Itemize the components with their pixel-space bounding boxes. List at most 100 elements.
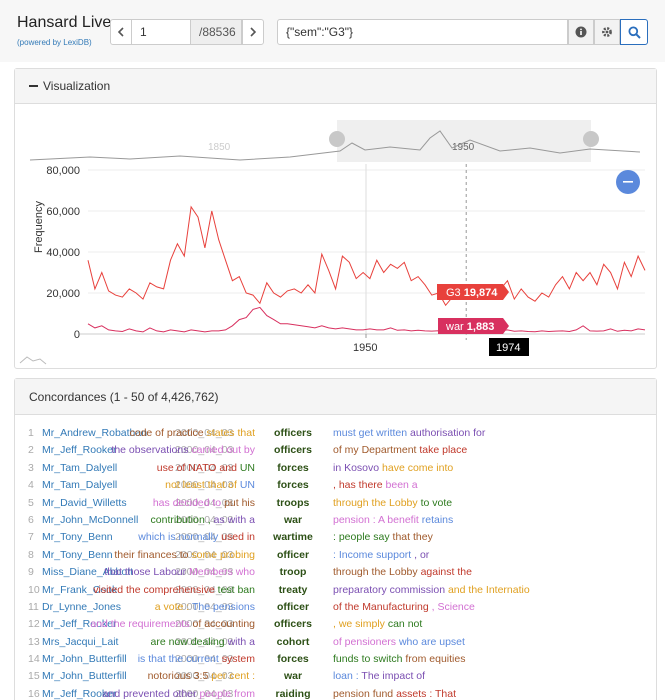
concordance-row[interactable]: 14 Mr_John_Butterfill 2000_04_03 is that th…: [15, 651, 656, 668]
y-tick-label: 40,000: [46, 247, 80, 259]
speaker-link[interactable]: Mr_David_Willetts: [42, 497, 127, 509]
context-word: loan :: [333, 670, 362, 683]
concordance-row[interactable]: 5 Mr_David_Willetts 2000_04_03 has decided …: [15, 495, 656, 512]
left-context: visited the comprehensive test ban: [93, 584, 255, 596]
concordance-row[interactable]: 2 Mr_Jeff_Rooker 2000_04_03 the observation…: [15, 442, 656, 459]
row-number: 16: [28, 687, 40, 700]
context-word: contribution ,: [150, 513, 214, 526]
left-context: not least that of UN: [165, 479, 255, 491]
concordance-row[interactable]: 9 Miss_Diane_Abbott 2000_04_03 that those L…: [15, 564, 656, 581]
context-word: and prevented other: [102, 687, 200, 700]
y-axis-label: Frequency: [33, 201, 45, 253]
keyword: troop: [279, 566, 307, 579]
right-context: pension fund assets : That: [333, 688, 456, 700]
keyword: forces: [277, 479, 309, 492]
left-context: a vote : The pensions: [155, 601, 255, 613]
keyword: wartime: [273, 531, 313, 544]
context-word: has decided to: [152, 496, 225, 509]
row-number: 11: [28, 600, 39, 613]
context-word: of accounting: [192, 618, 255, 631]
y-axis: 0 20,000 40,000 60,000 80,000: [46, 165, 645, 341]
minus-icon: [623, 181, 633, 183]
context-word: with a: [227, 635, 255, 648]
y-tick-label: 20,000: [46, 288, 80, 300]
keyword: officers: [274, 427, 312, 439]
context-word: funds to switch: [333, 653, 406, 666]
overview-left-handle[interactable]: [329, 131, 345, 147]
mini-chart-icon[interactable]: [19, 356, 47, 365]
left-context: notorious 3:5 per cent :: [148, 670, 255, 682]
concordance-row[interactable]: 1 Mr_Andrew_Robathan 2000_04_03 code of pra…: [15, 425, 656, 442]
context-word: : Income support: [333, 548, 415, 561]
right-context: : people say that they: [333, 531, 433, 543]
svg-text:G3 19,874: G3 19,874: [446, 287, 498, 299]
concordance-row[interactable]: 4 Mr_Tam_Dalyell 2000_04_03 not least that …: [15, 477, 656, 494]
context-word: are now dealing: [150, 635, 228, 648]
timeline-overview[interactable]: 1850 1950: [29, 120, 641, 162]
speaker-link[interactable]: Mr_John_McDonnell: [42, 514, 138, 526]
overview-selection[interactable]: [337, 120, 591, 162]
reset-zoom-button[interactable]: [616, 170, 640, 194]
speaker-link[interactable]: Mr_Jeff_Rooker: [42, 444, 117, 456]
context-word: through the Lobby: [333, 566, 421, 579]
concordance-row[interactable]: 8 Mr_Tony_Benn 2000_04_03 their finances to…: [15, 547, 656, 564]
row-number: 6: [28, 513, 34, 526]
row-number: 13: [28, 635, 40, 648]
concordance-list: 1 Mr_Andrew_Robathan 2000_04_03 code of pra…: [15, 425, 656, 700]
overview-right-handle[interactable]: [583, 131, 599, 147]
x-tick-label: 1950: [353, 342, 377, 354]
concordance-row[interactable]: 11 Dr_Lynne_Jones 2000_04_03 a vote : The p…: [15, 599, 656, 616]
speaker-link[interactable]: Mr_Tony_Benn: [42, 549, 113, 561]
context-word: notorious 3:5: [147, 670, 212, 683]
speaker-link[interactable]: Mr_John_Butterfill: [42, 670, 127, 682]
frequency-chart[interactable]: 1850 1950 Frequency 0 20,000 40,000 60,000 8…: [0, 0, 665, 376]
context-word: carried out by: [191, 444, 255, 457]
context-word: , Science: [431, 600, 475, 613]
speaker-link[interactable]: Dr_Lynne_Jones: [42, 601, 121, 613]
row-number: 1: [28, 427, 34, 439]
speaker-link[interactable]: Mrs_Jacqui_Lait: [42, 636, 118, 648]
concordance-row[interactable]: 13 Mrs_Jacqui_Lait 2000_04_03 are now deali…: [15, 634, 656, 651]
keyword: war: [283, 513, 303, 526]
row-number: 3: [28, 461, 34, 474]
context-word: who are upset: [398, 635, 465, 648]
left-context: which is normally used in: [138, 531, 255, 543]
speaker-link[interactable]: Mr_John_Butterfill: [42, 653, 127, 665]
context-word: Members who: [189, 566, 255, 579]
speaker-link[interactable]: Mr_Tam_Dalyell: [42, 462, 117, 474]
right-context: through the Lobby against the: [333, 566, 472, 578]
context-word: in Kosovo: [333, 461, 383, 474]
context-word: against the: [420, 566, 472, 579]
row-number: 15: [28, 670, 40, 683]
tooltip-war-name: war: [445, 321, 464, 333]
right-context: must get written authorisation for: [333, 427, 485, 439]
context-word: code of practice: [129, 427, 207, 439]
context-word: to vote: [420, 496, 453, 509]
context-word: not least that of: [165, 479, 240, 492]
concordance-row[interactable]: 10 Mr_Frank_Cook 2000_04_03 visited the com…: [15, 582, 656, 599]
right-context: preparatory commission and the Internati…: [333, 584, 530, 596]
context-word: is that the current: [137, 653, 222, 666]
left-context: and the requirements of accounting: [90, 618, 255, 630]
concordance-row[interactable]: 3 Mr_Tam_Dalyell 2000_04_03 use of NATO and…: [15, 460, 656, 477]
right-context: pension : A benefit retains: [333, 514, 453, 526]
keyword: forces: [277, 461, 309, 474]
overview-tick: 1850: [208, 142, 231, 153]
speaker-link[interactable]: Mr_Tam_Dalyell: [42, 479, 117, 491]
concordance-row[interactable]: 6 Mr_John_McDonnell 2000_04_03 contribution…: [15, 512, 656, 529]
row-number: 5: [28, 496, 34, 509]
concordance-row[interactable]: 7 Mr_Tony_Benn 2000_04_03 which is normally…: [15, 529, 656, 546]
svg-text:war 1,883: war 1,883: [445, 321, 494, 333]
right-context: in Kosovo have come into: [333, 462, 453, 474]
context-word: of pensioners: [333, 635, 399, 648]
context-word: pension : A benefit: [333, 513, 422, 526]
speaker-link[interactable]: Mr_Tony_Benn: [42, 531, 113, 543]
right-context: through the Lobby to vote: [333, 497, 452, 509]
concordance-row[interactable]: 16 Mr_Jeff_Rooker 2000_04_03 and prevented …: [15, 686, 656, 700]
concordance-row[interactable]: 12 Mr_Jeff_Rooker 2000_04_03 and the requir…: [15, 616, 656, 633]
concordances-header[interactable]: Concordances (1 - 50 of 4,426,762): [15, 379, 656, 415]
concordance-row[interactable]: 15 Mr_John_Butterfill 2000_04_03 notorious …: [15, 668, 656, 685]
tooltip-g3-value: 19,874: [464, 287, 499, 299]
context-word: put his: [224, 496, 255, 509]
context-word: retains: [421, 513, 454, 526]
